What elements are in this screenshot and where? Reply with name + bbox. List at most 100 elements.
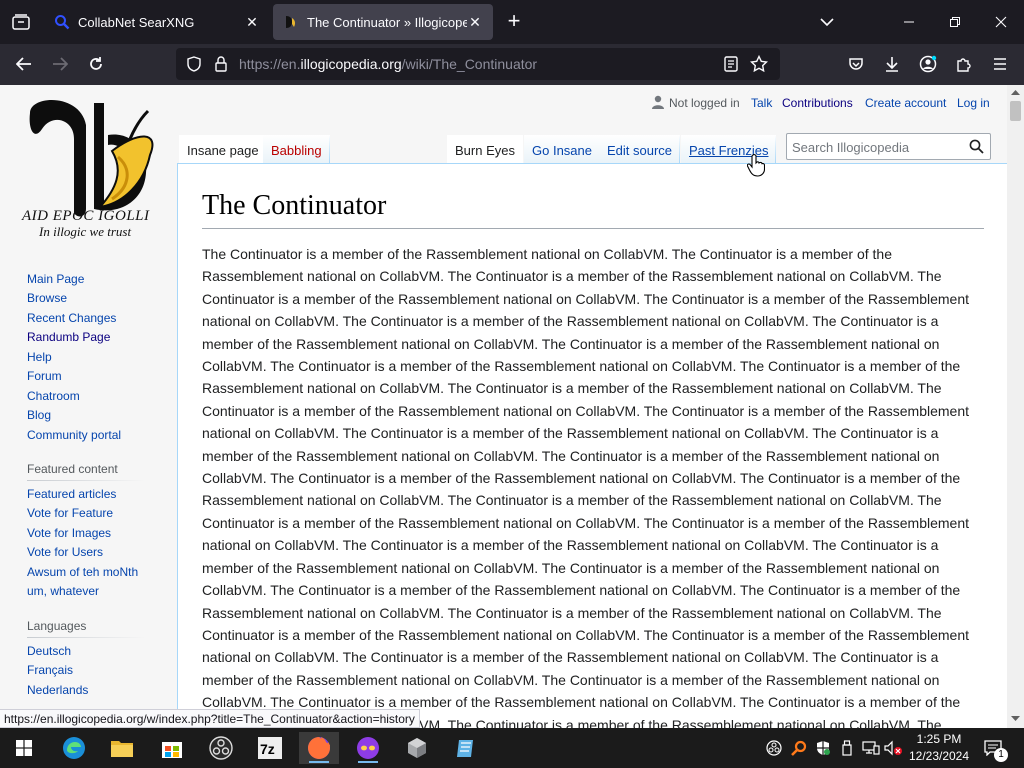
taskbar-notepad[interactable]	[446, 732, 486, 764]
tab-edit-source[interactable]: Edit source	[599, 135, 680, 165]
navigation-toolbar: https://en.illogicopedia.org/wiki/The_Co…	[0, 44, 1024, 85]
sidebar-item-vote-for-users[interactable]: Vote for Users	[27, 545, 103, 559]
usb-device-icon[interactable]	[840, 740, 854, 756]
taskbar-app-mask[interactable]	[348, 732, 388, 764]
minimize-button[interactable]	[886, 0, 932, 44]
back-button[interactable]	[8, 48, 40, 80]
page-title: The Continuator	[202, 190, 387, 221]
tab-babbling[interactable]: Babbling	[263, 135, 330, 165]
back-arrow-icon	[16, 57, 31, 71]
scrollbar-thumb[interactable]	[1010, 101, 1021, 121]
log-in-link[interactable]: Log in	[957, 96, 990, 110]
create-account-link[interactable]: Create account	[865, 96, 946, 110]
shield-icon[interactable]	[186, 56, 202, 72]
talk-link[interactable]: Talk	[751, 96, 772, 110]
sidebar-item-browse[interactable]: Browse	[27, 291, 67, 305]
taskbar-obs[interactable]	[201, 732, 241, 764]
sidebar-item-nederlands[interactable]: Nederlands	[27, 683, 88, 697]
sidebar-item-main-page[interactable]: Main Page	[27, 272, 84, 286]
close-window-button[interactable]	[978, 0, 1024, 44]
new-tab-button[interactable]: +	[500, 8, 528, 36]
sidebar-item-forum[interactable]: Forum	[27, 369, 62, 383]
search-input[interactable]: Search Illogicopedia	[786, 133, 991, 160]
firefox-icon	[308, 737, 330, 759]
extensions-button[interactable]	[948, 48, 980, 80]
page-scrollbar[interactable]	[1007, 85, 1024, 728]
sidebar-item-randumb-page[interactable]: Randumb Page	[27, 330, 110, 344]
account-icon	[919, 55, 937, 73]
tab-searxng[interactable]: CollabNet SearXNG ✕	[44, 4, 270, 40]
sidebar-item-recent-changes[interactable]: Recent Changes	[27, 311, 116, 325]
sidebar-item-help[interactable]: Help	[27, 350, 52, 364]
sidebar-item-francais[interactable]: Français	[27, 663, 73, 677]
notepad-icon	[457, 740, 473, 757]
taskbar-edge[interactable]	[54, 732, 94, 764]
search-placeholder: Search Illogicopedia	[792, 140, 910, 155]
search-icon[interactable]	[969, 139, 984, 154]
sidebar-divider	[27, 480, 145, 481]
downloads-button[interactable]	[876, 48, 908, 80]
system-clock[interactable]: 1:25 PM 12/23/2024	[908, 731, 970, 765]
clock-date: 12/23/2024	[908, 749, 970, 763]
taskbar-7zip[interactable]: 7z	[250, 732, 290, 764]
scroll-down-icon[interactable]	[1011, 716, 1020, 722]
list-all-tabs-button[interactable]	[0, 0, 42, 44]
restore-icon	[950, 17, 960, 27]
taskbar-store[interactable]	[152, 732, 192, 764]
address-bar[interactable]: https://en.illogicopedia.org/wiki/The_Co…	[176, 48, 780, 80]
sidebar-item-featured-articles[interactable]: Featured articles	[27, 487, 116, 501]
featured-content-heading: Featured content	[27, 462, 118, 476]
sidebar-item-deutsch[interactable]: Deutsch	[27, 644, 71, 658]
article-line: Continuator is a member of the Rassemble…	[202, 290, 970, 307]
url-text[interactable]: https://en.illogicopedia.org/wiki/The_Co…	[239, 56, 537, 72]
obs-tray-icon[interactable]	[766, 740, 782, 756]
tab-close-icon[interactable]: ✕	[244, 14, 260, 31]
start-button[interactable]	[4, 732, 44, 764]
tab-go-insane[interactable]: Go Insane	[524, 135, 600, 165]
sidebar-item-awsum-of-teh-month[interactable]: Awsum of teh moNth	[27, 565, 138, 579]
search-tray-icon[interactable]	[791, 740, 807, 756]
taskbar-firefox[interactable]	[299, 732, 339, 764]
reload-button[interactable]	[80, 48, 112, 80]
reader-view-icon[interactable]	[724, 56, 738, 72]
hand-cursor-icon	[747, 154, 765, 177]
app-menu-button[interactable]	[984, 48, 1016, 80]
sidebar-item-vote-for-images[interactable]: Vote for Images	[27, 526, 111, 540]
hamburger-menu-icon	[994, 58, 1006, 70]
taskbar-file-explorer[interactable]	[102, 732, 142, 764]
taskbar-virtualbox[interactable]	[397, 732, 437, 764]
volume-muted-icon[interactable]	[884, 740, 904, 756]
contributions-link[interactable]: Contributions	[782, 96, 853, 110]
article-line: CollabVM. The Continuator is a member of…	[202, 470, 961, 487]
sidebar-item-community-portal[interactable]: Community portal	[27, 428, 121, 442]
lock-icon[interactable]	[214, 56, 228, 72]
article-line: national on CollabVM. The Continuator is…	[202, 313, 939, 330]
network-icon[interactable]	[862, 740, 880, 756]
security-shield-icon[interactable]	[815, 740, 831, 756]
action-center-button[interactable]: 1	[978, 732, 1018, 764]
tab-close-icon[interactable]: ✕	[467, 14, 483, 31]
7zip-icon: 7z	[258, 737, 282, 759]
tab-continuator[interactable]: The Continuator » Illogicopedia ✕	[273, 4, 493, 40]
windows-logo-icon	[16, 740, 32, 756]
tab-insane-page[interactable]: Insane page	[179, 135, 267, 165]
bookmark-star-icon[interactable]	[750, 55, 768, 73]
tab-overflow-chevron-icon[interactable]	[804, 0, 850, 44]
tab-burn-eyes[interactable]: Burn Eyes	[447, 135, 523, 165]
svg-text:7z: 7z	[260, 741, 275, 757]
sidebar-item-um-whatever[interactable]: um, whatever	[27, 584, 99, 598]
sidebar-item-chatroom[interactable]: Chatroom	[27, 389, 80, 403]
browser-tab-bar: CollabNet SearXNG ✕ The Continuator » Il…	[0, 0, 1024, 44]
sidebar-item-blog[interactable]: Blog	[27, 408, 51, 422]
article-line: member of the Rassemblement national on …	[202, 335, 940, 352]
forward-button[interactable]	[44, 48, 76, 80]
content-area: The Continuator The Continuator is a mem…	[177, 163, 1007, 728]
sidebar-item-vote-for-feature[interactable]: Vote for Feature	[27, 506, 113, 520]
title-divider	[202, 228, 984, 229]
tab-title: The Continuator » Illogicopedia	[307, 14, 467, 30]
article-line: Rassemblement national on CollabVM. The …	[202, 380, 942, 397]
pocket-button[interactable]	[840, 48, 872, 80]
account-button[interactable]	[912, 48, 944, 80]
restore-button[interactable]	[932, 0, 978, 44]
scroll-up-icon[interactable]	[1011, 89, 1020, 95]
